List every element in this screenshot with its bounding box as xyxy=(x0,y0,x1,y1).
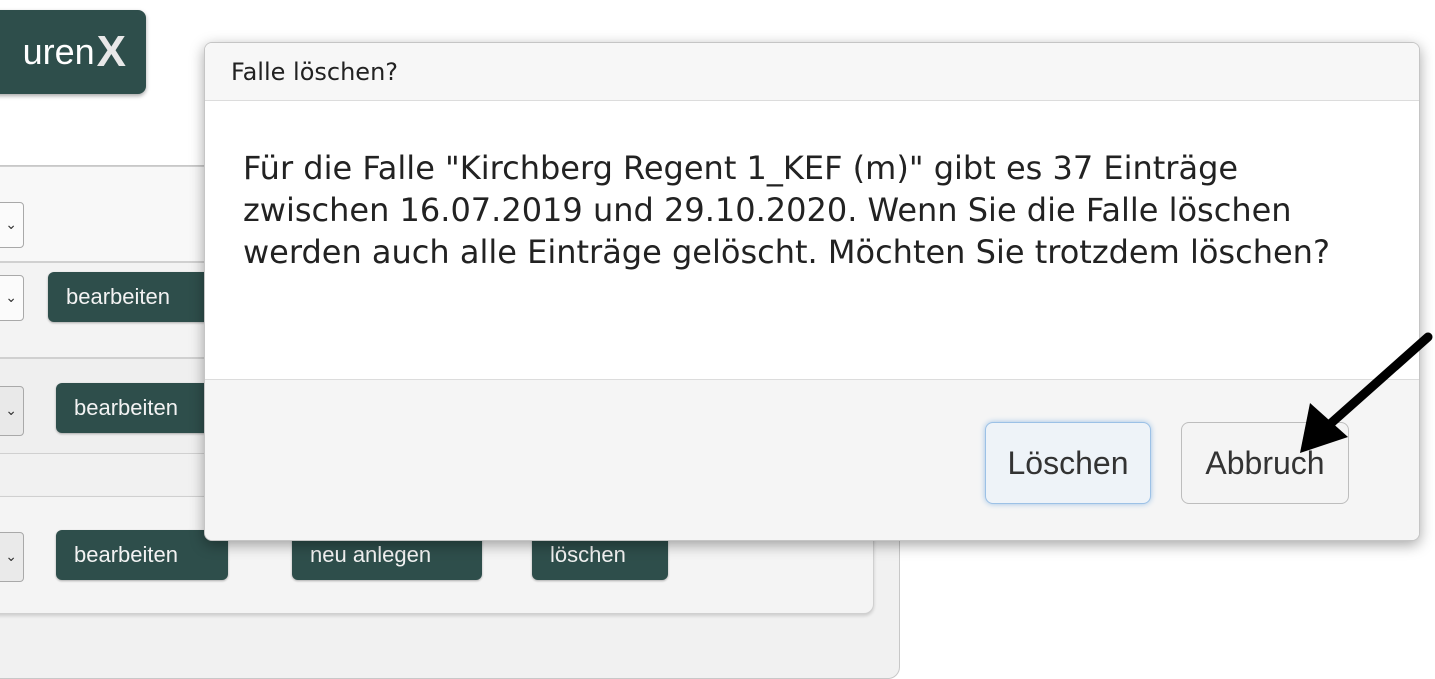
logo-text: uren xyxy=(22,31,95,72)
confirm-delete-button[interactable]: Löschen xyxy=(985,422,1151,504)
dropdown-select[interactable]: ⌄ xyxy=(0,275,24,321)
edit-button[interactable]: bearbeiten xyxy=(56,383,226,433)
dropdown-select[interactable]: ⌄ xyxy=(0,386,24,436)
edit-button[interactable]: bearbeiten xyxy=(48,272,218,322)
chevron-down-icon: ⌄ xyxy=(5,217,17,233)
dialog-message: Für die Falle "Kirchberg Regent 1_KEF (m… xyxy=(243,149,1330,271)
dropdown-select[interactable]: ⌄ xyxy=(0,532,24,582)
app-logo-button[interactable]: uren X xyxy=(0,10,146,94)
confirm-dialog: Falle löschen? Für die Falle "Kirchberg … xyxy=(204,42,1420,541)
dropdown-select[interactable]: ⌄ xyxy=(0,202,24,248)
chevron-down-icon: ⌄ xyxy=(5,290,17,306)
chevron-down-icon: ⌄ xyxy=(5,403,17,419)
arrow-icon xyxy=(1300,332,1433,453)
chevron-down-icon: ⌄ xyxy=(5,549,17,565)
dialog-title: Falle löschen? xyxy=(231,57,399,86)
dialog-footer: Löschen Abbruch xyxy=(205,379,1419,540)
logo-x-icon: X xyxy=(96,27,126,76)
dialog-header: Falle löschen? xyxy=(205,43,1419,101)
edit-button[interactable]: bearbeiten xyxy=(56,530,228,580)
